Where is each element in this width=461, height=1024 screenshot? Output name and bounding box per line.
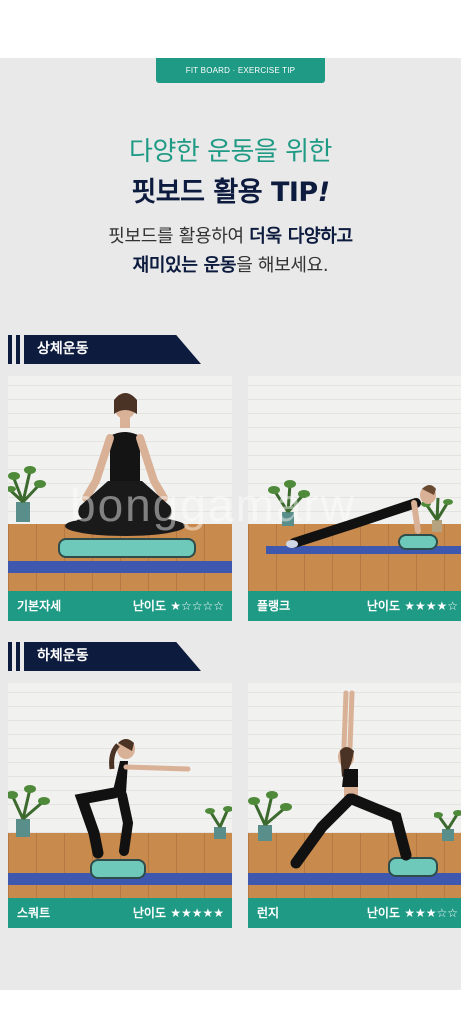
exercise-photo xyxy=(8,683,232,898)
desc-line2-plain: 을 해보세요. xyxy=(236,255,329,276)
headline-subtitle: 다양한 운동을 위한 xyxy=(129,137,332,167)
difficulty-label: 난이도 xyxy=(132,599,167,613)
desc-line1-bold: 더욱 다양하고 xyxy=(249,226,353,247)
description-line-2: 재미있는 운동을 해보세요. xyxy=(0,251,461,277)
difficulty-rating: 난이도 ★★★★★ xyxy=(133,898,224,928)
section-tag: FIT BOARD · EXERCISE TIP xyxy=(156,58,325,83)
difficulty-stars: ★★★★★ xyxy=(170,906,224,920)
exercise-card-lunge[interactable]: 런지 난이도 ★★★☆☆ xyxy=(248,683,461,928)
plant-icon xyxy=(8,785,50,837)
exercise-name: 런지 xyxy=(257,906,280,920)
exercise-photo xyxy=(248,683,461,898)
exercise-caption: 런지 난이도 ★★★☆☆ xyxy=(248,898,461,928)
difficulty-label: 난이도 xyxy=(366,599,401,613)
section-header-upper-body: 상체운동 xyxy=(8,335,201,364)
watermark: bonggamarw xyxy=(70,479,356,531)
section-title: 하체운동 xyxy=(37,648,89,664)
lunge-figure xyxy=(290,690,412,869)
difficulty-rating: 난이도 ★★★☆☆ xyxy=(367,898,458,928)
plant-icon xyxy=(8,466,46,522)
section-header-lower-body: 하체운동 xyxy=(8,642,201,671)
headline-title: 핏보드 활용 TIP! xyxy=(0,170,461,209)
exercise-name: 기본자세 xyxy=(17,599,62,613)
difficulty-stars: ★★★★☆ xyxy=(404,599,458,613)
desc-line2-bold: 재미있는 운동 xyxy=(132,255,237,276)
exercise-card-squat[interactable]: 스쿼트 난이도 ★★★★★ xyxy=(8,683,232,928)
difficulty-rating: 난이도 ★★★★☆ xyxy=(367,591,458,621)
section-title: 상체운동 xyxy=(37,341,89,357)
headline-title-text: 핏보드 활용 TIP xyxy=(131,177,318,208)
squat-figure xyxy=(74,739,191,859)
exercise-name: 스쿼트 xyxy=(17,906,51,920)
headline-exclaim: ! xyxy=(317,177,330,208)
difficulty-stars: ★★★☆☆ xyxy=(404,906,458,920)
difficulty-rating: 난이도 ★☆☆☆☆ xyxy=(133,591,224,621)
exercise-caption: 기본자세 난이도 ★☆☆☆☆ xyxy=(8,591,232,621)
plant-icon xyxy=(205,806,232,839)
exercise-name: 플랭크 xyxy=(257,599,291,613)
desc-line1-plain: 핏보드를 활용하여 xyxy=(108,226,250,247)
difficulty-stars: ★☆☆☆☆ xyxy=(170,599,224,613)
difficulty-label: 난이도 xyxy=(132,906,167,920)
exercise-caption: 스쿼트 난이도 ★★★★★ xyxy=(8,898,232,928)
difficulty-label: 난이도 xyxy=(366,906,401,920)
description-line-1: 핏보드를 활용하여 더욱 다양하고 xyxy=(0,222,461,248)
exercise-caption: 플랭크 난이도 ★★★★☆ xyxy=(248,591,461,621)
